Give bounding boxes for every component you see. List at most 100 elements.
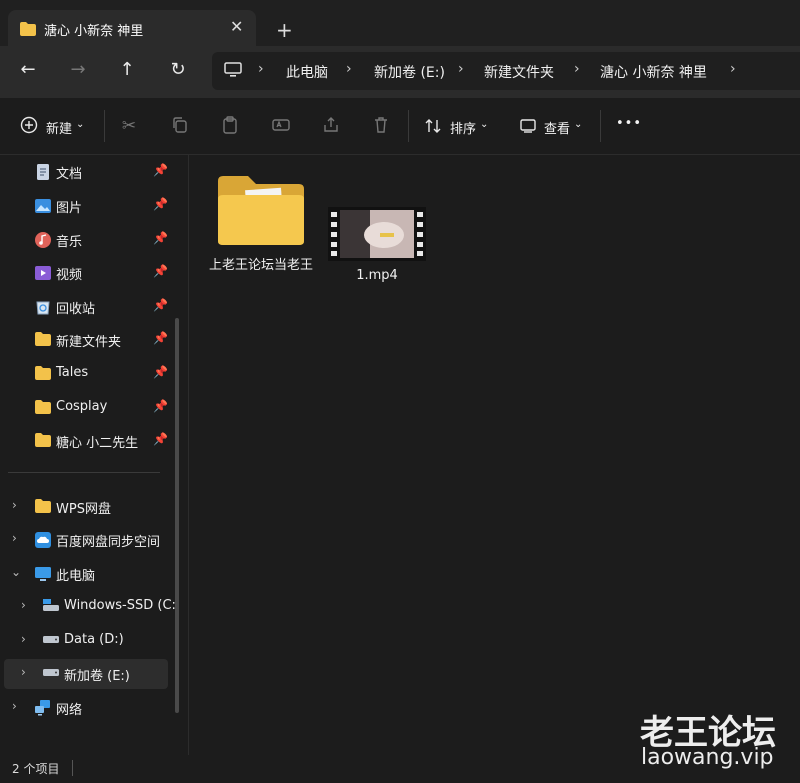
breadcrumb-separator: › [458,61,464,77]
folder-icon [20,22,36,40]
breadcrumb-drive-e[interactable]: 新加卷 (E:) [374,62,445,82]
address-bar[interactable]: › 此电脑 › 新加卷 (E:) › 新建文件夹 › 溏心 小新奈 神里 › [212,52,800,90]
sidebar-item-videos[interactable]: 视频 📌 [0,258,168,288]
sidebar-item-pictures[interactable]: 图片 📌 [0,191,168,221]
forward-button[interactable]: → [64,59,92,85]
chevron-right-icon[interactable]: › [12,531,17,545]
recycle-bin-icon [35,299,51,315]
sidebar-item-baidu[interactable]: › 百度网盘同步空间 [0,525,168,555]
pin-icon: 📌 [153,399,168,413]
sidebar-item-label: 糖心 小二先生 [56,436,139,451]
rename-icon[interactable] [270,116,292,138]
toolbar-divider [600,110,601,142]
video-thumbnail-icon [328,207,426,261]
chevron-down-icon[interactable]: ⌄ [11,565,21,579]
music-icon [35,232,51,248]
chevron-down-icon: ⌄ [574,119,583,130]
breadcrumb-this-pc[interactable]: 此电脑 [286,62,328,82]
computer-icon [224,62,242,82]
chevron-right-icon[interactable]: › [21,598,26,612]
video-file-item[interactable]: 1.mp4 [323,207,431,283]
cloud-icon [35,532,51,548]
sidebar-item-tangxin[interactable]: 糖心 小二先生 📌 [0,426,168,456]
chevron-right-icon[interactable]: › [12,699,17,713]
chevron-down-icon: ⌄ [76,119,85,130]
plus-circle-icon [20,116,38,138]
sidebar-item-wps[interactable]: › WPS网盘 [0,492,168,522]
drive-icon [42,599,59,615]
sidebar-item-tales[interactable]: Tales 📌 [0,359,168,389]
watermark-url: laowang.vip [641,745,774,770]
status-divider [72,760,73,776]
sidebar-item-label: WPS网盘 [56,502,111,517]
refresh-button[interactable]: ↻ [164,59,192,85]
folder-icon [35,366,51,382]
close-tab-icon[interactable]: ✕ [230,17,243,36]
title-bar: 溏心 小新奈 神里 ✕ + [0,0,800,46]
toolbar-divider [408,110,409,142]
sidebar-item-drive-e[interactable]: › 新加卷 (E:) [4,659,168,689]
pin-icon: 📌 [153,298,168,312]
chevron-right-icon[interactable]: › [12,498,17,512]
copy-icon[interactable] [169,116,191,138]
sidebar-item-drive-d[interactable]: › Data (D:) [0,626,168,656]
tab-current[interactable]: 溏心 小新奈 神里 ✕ [8,10,256,46]
sidebar-item-recycle-bin[interactable]: 回收站 📌 [0,292,168,322]
cut-icon[interactable]: ✂ [118,116,140,138]
sidebar-item-label: Windows-SSD (C: [64,598,176,613]
delete-icon[interactable] [370,116,392,138]
navigation-bar: ← → ↑ ↻ › 此电脑 › 新加卷 (E:) › 新建文件夹 › 溏心 小新… [0,46,800,98]
share-icon[interactable] [320,116,342,138]
sidebar-divider [8,472,160,473]
folder-icon [35,433,51,449]
sidebar-item-drive-c[interactable]: › Windows-SSD (C: [0,592,176,622]
paste-icon[interactable] [219,116,241,138]
pin-icon: 📌 [153,365,168,379]
breadcrumb-separator: › [574,61,580,77]
pin-icon: 📌 [153,163,168,177]
pin-icon: 📌 [153,231,168,245]
sort-button[interactable]: 排序 [450,118,476,137]
chevron-right-icon[interactable]: › [21,665,26,679]
command-bar: 新建 ⌄ ✂ 排序 ⌄ 查看 ⌄ ••• [0,98,800,155]
network-icon [35,700,51,716]
drive-icon [42,633,59,649]
sidebar-item-cosplay[interactable]: Cosplay 📌 [0,393,168,423]
chevron-right-icon[interactable]: › [21,632,26,646]
sidebar-item-label: 网络 [56,703,83,718]
document-icon [36,164,52,180]
view-button[interactable]: 查看 [544,118,570,137]
pin-icon: 📌 [153,432,168,446]
video-icon [35,265,51,281]
folder-icon [35,332,51,348]
folder-icon [35,499,51,515]
breadcrumb-new-folder[interactable]: 新建文件夹 [484,62,554,82]
sidebar-item-label: 音乐 [56,235,83,250]
breadcrumb-current-folder[interactable]: 溏心 小新奈 神里 [600,62,707,82]
sidebar-item-label: 文档 [56,167,83,182]
sidebar-scrollbar[interactable] [175,318,179,713]
breadcrumb-separator: › [730,61,736,77]
pin-icon: 📌 [153,197,168,211]
picture-icon [35,198,51,214]
sidebar-item-network[interactable]: › 网络 [0,693,168,723]
more-options-button[interactable]: ••• [616,116,642,131]
new-button[interactable]: 新建 [46,118,72,137]
sidebar-item-label: 视频 [56,268,83,283]
computer-icon [35,566,51,582]
large-folder-icon [216,173,306,247]
folder-item[interactable]: 上老王论坛当老王 [209,173,313,274]
sidebar-item-label: Data (D:) [64,632,124,647]
tab-title: 溏心 小新奈 神里 [44,24,144,39]
back-button[interactable]: ← [14,59,42,85]
file-list: 上老王论坛当老王 1.mp4 [189,155,800,755]
sidebar-item-new-folder[interactable]: 新建文件夹 📌 [0,325,168,355]
file-name: 上老王论坛当老王 [209,258,314,273]
sidebar-item-this-pc[interactable]: ⌄ 此电脑 [0,559,168,589]
up-button[interactable]: ↑ [113,59,141,85]
new-tab-button[interactable]: + [276,18,293,42]
sidebar-item-music[interactable]: 音乐 📌 [0,225,168,255]
sidebar-item-documents[interactable]: 文档 📌 [0,157,168,187]
sidebar-item-label: 百度网盘同步空间 [56,535,161,550]
sidebar-item-label: 新建文件夹 [56,335,122,350]
